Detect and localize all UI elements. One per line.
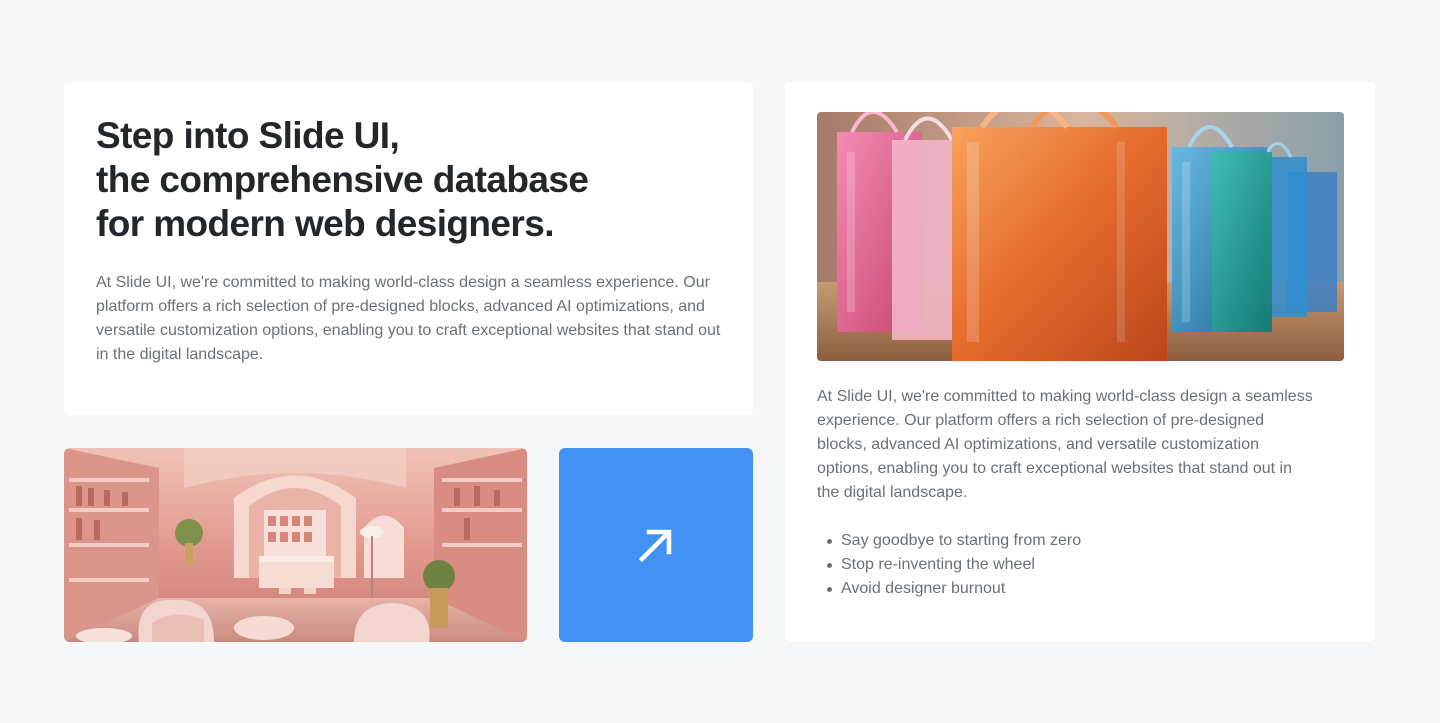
hero-title-line: for modern web designers. bbox=[96, 203, 554, 244]
list-item: Avoid designer burnout bbox=[817, 577, 1343, 601]
side-description: At Slide UI, we're committed to making w… bbox=[817, 388, 1313, 501]
hero-title: Step into Slide UI, the comprehensive da… bbox=[96, 114, 656, 246]
list-item: Say goodbye to starting from zero bbox=[817, 529, 1343, 553]
hero-card: Step into Slide UI, the comprehensive da… bbox=[64, 82, 753, 415]
list-item: Stop re-inventing the wheel bbox=[817, 553, 1343, 577]
benefits-list: Say goodbye to starting from zero Stop r… bbox=[817, 529, 1343, 601]
hero-description: At Slide UI, we're committed to making w… bbox=[96, 274, 721, 363]
hero-title-line: the comprehensive database bbox=[96, 159, 589, 200]
store-interior-image bbox=[64, 448, 527, 642]
shopping-bags-image bbox=[817, 112, 1344, 361]
arrow-link-button[interactable] bbox=[559, 448, 753, 642]
arrow-up-right-icon bbox=[638, 529, 672, 563]
side-card: At Slide UI, we're committed to making w… bbox=[785, 82, 1375, 642]
hero-title-line: Step into Slide UI, bbox=[96, 115, 400, 156]
